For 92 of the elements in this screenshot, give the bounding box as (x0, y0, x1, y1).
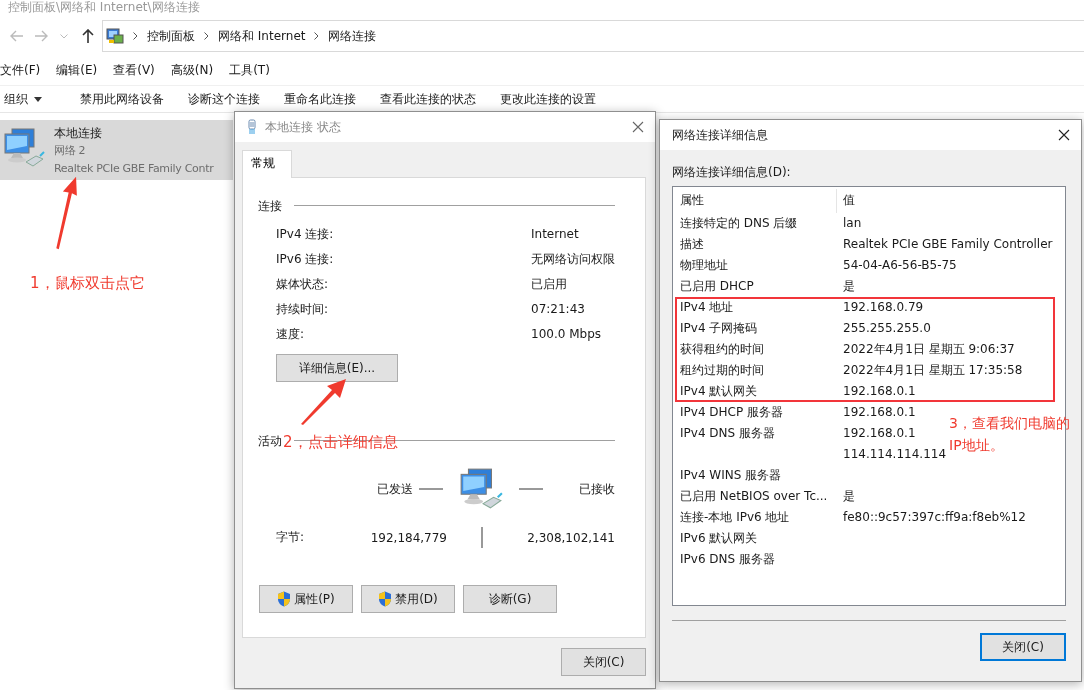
field-label: 持续时间: (276, 301, 330, 317)
value-cell-text: 2022年4月1日 星期五 17:35:58 (843, 362, 1023, 379)
menu-item[interactable]: 查看(V) (113, 61, 155, 79)
field-value: 07:21:43 (531, 301, 586, 317)
close-button[interactable]: 关闭(C) (980, 633, 1066, 661)
close-icon[interactable] (1058, 129, 1070, 141)
toolbar-button[interactable]: 诊断这个连接 (178, 88, 270, 110)
action-button[interactable]: 诊断(G) (463, 585, 557, 613)
network-plug-icon (247, 119, 257, 135)
organize-menu-button[interactable]: 组织 (2, 88, 52, 110)
value-cell-text: 是 (843, 278, 855, 295)
field-value: 无网络访问权限 (531, 251, 615, 267)
action-button[interactable]: 属性(P) (259, 585, 353, 613)
window-title: 控制面板\网络和 Internet\网络连接 (7, 0, 201, 16)
field-value: 已启用 (531, 276, 568, 292)
close-button[interactable]: 关闭(C) (561, 648, 646, 676)
annotation-text: 2，点击详细信息 (283, 432, 398, 453)
toolbar-button[interactable]: 更改此连接的设置 (490, 88, 606, 110)
toolbar-button[interactable]: 查看此连接的状态 (370, 88, 486, 110)
column-header[interactable]: 属性 (680, 189, 837, 213)
bytes-sent: 192,184,779 (370, 530, 447, 545)
chevron-right-icon (204, 32, 209, 40)
annotation-text: 1，鼠标双击点它 (30, 273, 145, 294)
details-button[interactable]: 详细信息(E)... (276, 354, 398, 382)
property-cell-text: IPv4 子网掩码 (680, 320, 759, 337)
annotation-arrow (300, 378, 348, 426)
value-cell-text: 192.168.0.79 (843, 299, 924, 316)
network-name: 网络 2 (54, 143, 87, 159)
breadcrumb-item[interactable]: 网络和 Internet (218, 27, 306, 45)
shield-icon (277, 591, 292, 607)
breadcrumb-item[interactable]: 网络连接 (328, 27, 377, 45)
chevron-right-icon (133, 32, 138, 40)
value-cell-text: 54-04-A6-56-B5-75 (843, 257, 957, 274)
property-cell-text: 获得租约的时间 (680, 341, 765, 358)
value-cell-text: 192.168.0.1 (843, 383, 916, 400)
dialog-title: 网络连接详细信息 (672, 126, 769, 144)
toolbar-button[interactable]: 禁用此网络设备 (70, 88, 174, 110)
property-cell-text: IPv4 WINS 服务器 (680, 467, 783, 484)
field-value: Internet (531, 226, 580, 242)
property-cell-text: 已启用 DHCP (680, 278, 755, 295)
value-cell-text: 192.168.0.1 (843, 404, 916, 421)
adapter-name: Realtek PCIe GBE Family Contr (54, 161, 214, 177)
field-label: IPv4 连接: (276, 226, 335, 242)
property-cell-text: IPv4 DNS 服务器 (680, 425, 776, 442)
connection-name: 本地连接 (54, 125, 103, 142)
group-heading: 连接 (258, 198, 282, 215)
column-header[interactable]: 值 (837, 189, 855, 213)
value-cell-text: 192.168.0.1 (843, 425, 916, 442)
field-label: 速度: (276, 326, 306, 342)
caret-icon (34, 96, 42, 102)
menu-item[interactable]: 高级(N) (170, 61, 214, 79)
value-cell-text: 是 (843, 488, 855, 505)
field-label: 媒体状态: (276, 276, 330, 292)
group-heading: 活动 (258, 433, 282, 450)
property-cell-text: 租约过期的时间 (680, 362, 765, 379)
bytes-received: 2,308,102,141 (527, 530, 615, 545)
shield-icon (378, 591, 393, 607)
chevron-right-icon (314, 32, 320, 40)
control-panel-icon (106, 27, 124, 45)
value-cell-text: 114.114.114.114 (843, 446, 947, 463)
list-label: 网络连接详细信息(D): (672, 164, 792, 180)
property-cell-text: IPv6 默认网关 (680, 530, 759, 547)
property-cell-text: 已启用 NetBIOS over Tc... (680, 488, 829, 505)
dialog-title: 本地连接 状态 (265, 118, 342, 136)
breadcrumb-item[interactable]: 控制面板 (147, 27, 195, 45)
up-icon[interactable] (82, 29, 94, 43)
menu-item[interactable]: 编辑(E) (56, 61, 98, 79)
connection-item[interactable]: 本地连接 网络 2 Realtek PCIe GBE Family Contr (0, 120, 233, 180)
property-cell-text: IPv4 默认网关 (680, 383, 759, 400)
value-cell-text: 255.255.255.0 (843, 320, 931, 337)
address-bar[interactable]: 控制面板 网络和 Internet 网络连接 (102, 20, 1084, 52)
value-cell-text: fe80::9c57:397c:ff9a:f8eb%12 (843, 509, 1026, 526)
property-cell-text: 描述 (680, 236, 705, 253)
toolbar-button[interactable]: 重命名此连接 (274, 88, 366, 110)
value-cell-text: 2022年4月1日 星期五 9:06:37 (843, 341, 1015, 358)
field-label: IPv6 连接: (276, 251, 335, 267)
sent-label: 已发送 (377, 480, 413, 498)
property-cell-text: IPv4 DHCP 服务器 (680, 404, 785, 421)
value-cell-text: Realtek PCIe GBE Family Controller (843, 236, 1053, 253)
value-cell-text: lan (843, 215, 862, 232)
property-cell-text: 连接特定的 DNS 后缀 (680, 215, 799, 232)
property-cell-text: IPv4 地址 (680, 299, 735, 316)
field-value: 100.0 Mbps (531, 326, 602, 342)
tab[interactable]: 常规 (242, 150, 292, 178)
bytes-label: 字节: (276, 529, 306, 546)
property-cell-text: IPv6 DNS 服务器 (680, 551, 776, 568)
menu-item[interactable]: 文件(F) (0, 61, 41, 79)
action-button[interactable]: 禁用(D) (361, 585, 455, 613)
property-cell-text: 物理地址 (680, 257, 729, 274)
property-cell-text: 连接-本地 IPv6 地址 (680, 509, 791, 526)
received-label: 已接收 (579, 480, 615, 498)
menu-item[interactable]: 工具(T) (229, 61, 270, 79)
